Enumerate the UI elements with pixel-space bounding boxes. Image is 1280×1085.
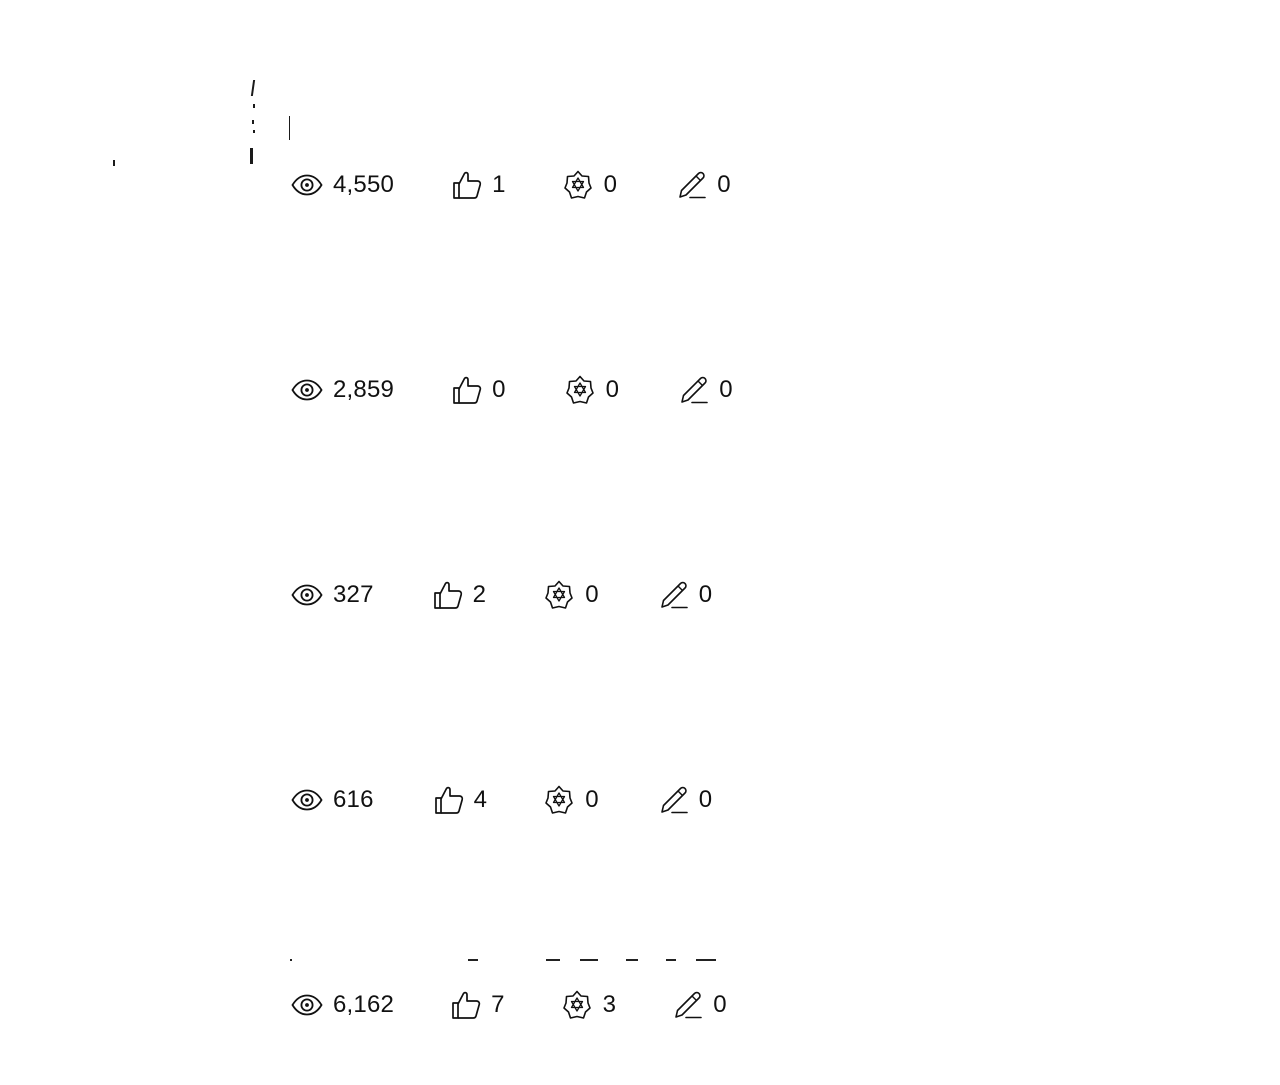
reactions-count: 0 (603, 171, 618, 198)
reactions-count: 3 (602, 991, 617, 1018)
like-button[interactable]: 2 (433, 579, 487, 611)
clipped-content-fragment (289, 116, 290, 140)
pencil-icon (679, 374, 719, 406)
edit-button[interactable]: 0 (673, 989, 727, 1021)
clipped-content-fragment (253, 130, 255, 133)
pencil-icon (673, 989, 713, 1021)
views-stat[interactable]: 327 (291, 579, 374, 611)
post-stats-row: 2,859 0 0 0 (291, 374, 733, 406)
thumbs-up-icon (452, 169, 492, 201)
views-stat[interactable]: 6,162 (291, 989, 394, 1021)
reaction-button[interactable]: 0 (545, 579, 599, 611)
reaction-button[interactable]: 3 (562, 989, 617, 1021)
like-button[interactable]: 1 (452, 169, 506, 201)
post-stats-row: 6,162 7 3 0 (291, 989, 727, 1021)
pencil-icon (659, 579, 699, 611)
like-button[interactable]: 7 (451, 989, 505, 1021)
views-count: 2,859 (333, 376, 395, 403)
reaction-icon (545, 579, 585, 611)
post-stats-row: 327 2 0 0 (291, 579, 712, 611)
edits-count: 0 (713, 991, 727, 1018)
views-count: 4,550 (333, 171, 395, 198)
edit-button[interactable]: 0 (659, 784, 713, 816)
likes-count: 7 (491, 991, 505, 1018)
reaction-icon (565, 374, 606, 406)
edit-button[interactable]: 0 (677, 169, 731, 201)
thumbs-up-icon (451, 989, 491, 1021)
post-stats-row: 4,550 1 0 0 (291, 169, 731, 201)
reactions-count: 0 (585, 786, 599, 813)
reaction-icon (562, 989, 603, 1021)
edits-count: 0 (717, 171, 731, 198)
likes-count: 2 (472, 581, 487, 608)
reaction-button[interactable]: 0 (563, 169, 618, 201)
eye-icon (291, 989, 333, 1021)
eye-icon (291, 784, 333, 816)
post-stats-row: 616 4 0 0 (291, 784, 712, 816)
views-stat[interactable]: 616 (291, 784, 374, 816)
views-count: 327 (333, 581, 374, 608)
thumbs-up-icon (452, 374, 492, 406)
edit-button[interactable]: 0 (659, 579, 713, 611)
feed: 4,550 1 0 0 2,859 0 0 0 327 2 0 0 616 4 … (0, 0, 1280, 1085)
edits-count: 0 (698, 786, 713, 813)
like-button[interactable]: 4 (434, 784, 488, 816)
reactions-count: 0 (585, 581, 599, 608)
clipped-content-fragment (250, 148, 253, 164)
views-count: 6,162 (333, 991, 395, 1018)
reaction-icon (545, 784, 585, 816)
views-count: 616 (333, 786, 374, 813)
reactions-count: 0 (605, 376, 620, 403)
clipped-content-fragment (253, 104, 255, 108)
views-stat[interactable]: 2,859 (291, 374, 394, 406)
thumbs-up-icon (434, 784, 474, 816)
pencil-icon (659, 784, 699, 816)
clipped-content-fragment (288, 959, 728, 962)
thumbs-up-icon (433, 579, 473, 611)
edit-button[interactable]: 0 (679, 374, 733, 406)
edits-count: 0 (698, 581, 713, 608)
likes-count: 0 (492, 376, 506, 403)
clipped-content-fragment (113, 160, 115, 166)
clipped-content-fragment (250, 80, 256, 96)
pencil-icon (677, 169, 717, 201)
clipped-content-fragment (252, 120, 254, 124)
reaction-button[interactable]: 0 (565, 374, 620, 406)
eye-icon (291, 169, 333, 201)
eye-icon (291, 579, 333, 611)
eye-icon (291, 374, 333, 406)
reaction-icon (563, 169, 604, 201)
reaction-button[interactable]: 0 (545, 784, 599, 816)
likes-count: 1 (492, 171, 506, 198)
edits-count: 0 (719, 376, 733, 403)
views-stat[interactable]: 4,550 (291, 169, 394, 201)
like-button[interactable]: 0 (452, 374, 506, 406)
likes-count: 4 (473, 786, 488, 813)
